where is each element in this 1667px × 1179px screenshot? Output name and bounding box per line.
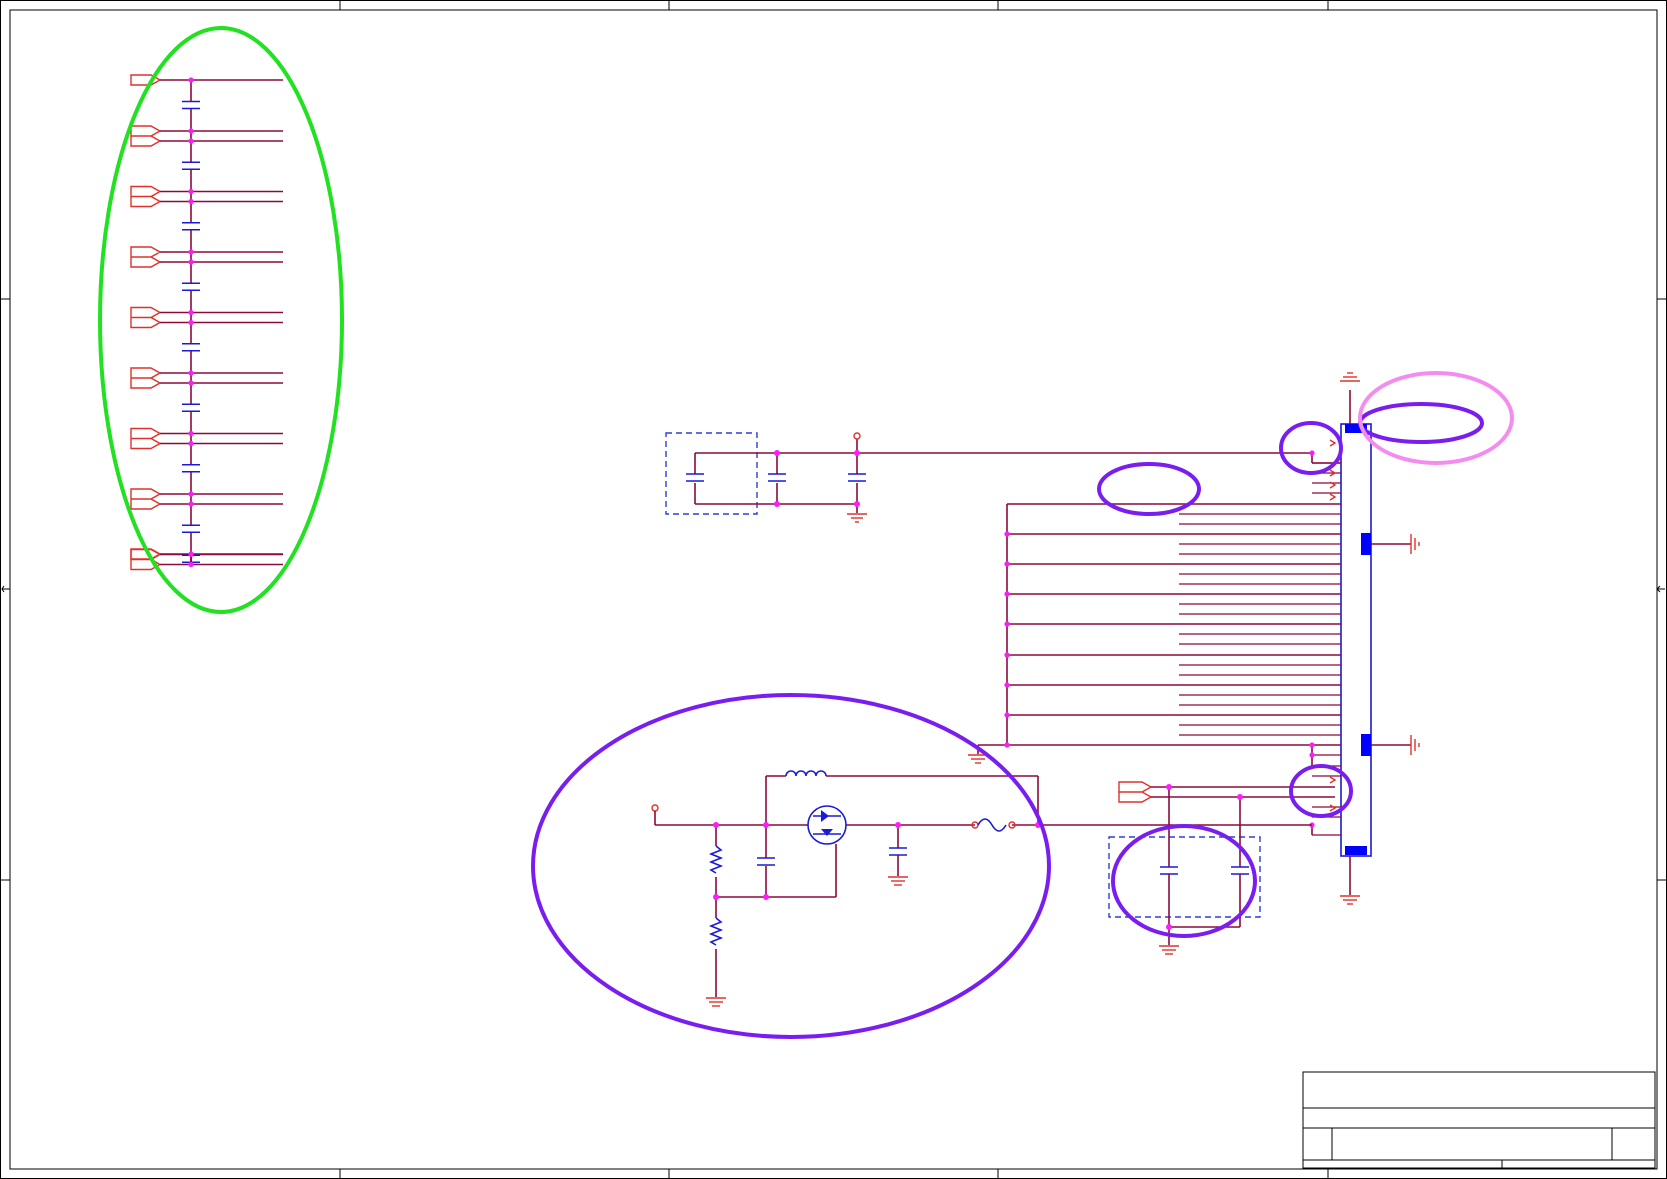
differential-port-icon [130, 185, 162, 208]
junction-dot [1004, 621, 1010, 627]
junction-dot [1004, 712, 1010, 718]
pin-tick [1329, 439, 1337, 447]
title-block [1302, 1071, 1656, 1169]
connector-mounting-pad [1345, 846, 1367, 855]
junction-dot [1004, 561, 1010, 567]
ground-icon [888, 876, 908, 886]
capacitor-icon [768, 473, 786, 482]
resistor-icon [708, 917, 724, 946]
capacitor-icon [1160, 866, 1178, 875]
ground-icon [847, 513, 867, 523]
connector-mounting-pad [1361, 734, 1371, 756]
ground-icon [1340, 372, 1360, 382]
schematic-canvas [0, 0, 1667, 1179]
connector-mounting-pad [1361, 533, 1371, 555]
power-switch-circuit [651, 770, 1312, 1007]
ground-icon [1340, 895, 1360, 905]
ground-icon [1159, 945, 1179, 955]
junction-dot [1004, 591, 1010, 597]
junction-dot [188, 128, 194, 134]
junction-dot [188, 380, 194, 386]
junction-dot [188, 319, 194, 326]
highlight-ellipse-pink [1358, 371, 1514, 465]
junction-dot [188, 249, 194, 255]
junction-dot [188, 501, 194, 507]
junction-dot [1309, 752, 1315, 758]
inductor-icon [785, 770, 827, 777]
capacitor-icon [686, 473, 704, 482]
chassis-ground-icon [1410, 534, 1420, 554]
junction-dot [1004, 682, 1010, 688]
capacitor-icon [848, 473, 866, 482]
highlight-ellipse-purple [1358, 402, 1484, 444]
junction-dot [188, 259, 194, 265]
drawing-frame [0, 0, 1667, 1179]
differential-port-icon [130, 427, 162, 450]
junction-dot [188, 188, 194, 195]
differential-port-icon [130, 367, 162, 389]
dashed-component-group [1108, 836, 1261, 918]
differential-port-icon [130, 306, 162, 329]
junction-dot [188, 561, 194, 568]
pin-tick [1329, 493, 1337, 501]
differential-port-group [130, 74, 283, 571]
junction-dot [188, 370, 194, 376]
highlight-annotations [98, 26, 1514, 1039]
fuse-icon [977, 818, 1007, 832]
power-terminal-icon [651, 804, 659, 812]
junction-dot [188, 440, 194, 447]
junction-dot [1004, 652, 1010, 658]
highlight-ellipse-purple [1111, 824, 1257, 938]
highlight-ellipse-green [98, 26, 344, 614]
differential-port-icon [130, 125, 162, 147]
junction-dot [188, 77, 194, 83]
capacitor-icon [1231, 866, 1249, 875]
differential-port-icon [130, 488, 162, 510]
chassis-ground-icon [1410, 735, 1420, 755]
junction-dot [1309, 450, 1315, 456]
junction-dot [188, 309, 194, 316]
resistor-icon [708, 845, 724, 874]
power-terminal-icon [853, 432, 861, 440]
connector-body [1340, 423, 1372, 857]
junction-dot [1309, 742, 1315, 748]
dashed-component-group [665, 432, 758, 515]
power-filter-network [665, 432, 1312, 523]
junction-dot [188, 491, 194, 497]
junction-dot [188, 138, 194, 144]
junction-dot [1004, 742, 1010, 748]
highlight-ellipse-purple [1279, 421, 1343, 475]
right-connector [1340, 372, 1420, 905]
highlight-ellipse-purple [531, 693, 1051, 1039]
junction-dot [1004, 531, 1010, 537]
mosfet-icon [807, 805, 847, 845]
junction-dot [188, 430, 194, 437]
capacitor-icon [889, 847, 907, 856]
differential-port-icon [130, 246, 162, 268]
capacitor-icon [757, 857, 775, 866]
ground-icon [706, 997, 726, 1007]
pin-tick [1329, 804, 1337, 812]
highlight-ellipse-purple [1097, 462, 1201, 516]
junction-dot [188, 198, 194, 205]
pin-tick [1329, 776, 1337, 784]
highlight-ellipse-purple [1289, 764, 1353, 818]
junction-dot [188, 551, 194, 557]
differential-port-icon [1118, 781, 1153, 803]
